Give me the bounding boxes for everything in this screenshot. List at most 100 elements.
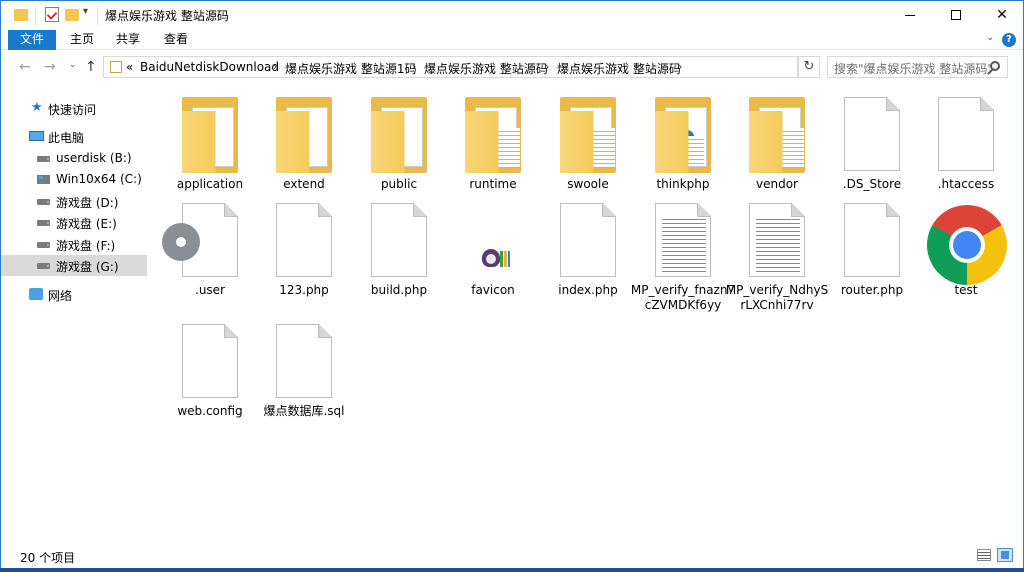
file-name: router.php bbox=[840, 283, 904, 297]
maximize-button[interactable] bbox=[933, 1, 979, 30]
windows-drive-icon bbox=[37, 175, 50, 184]
file-item[interactable]: .htaccess bbox=[919, 83, 1013, 195]
sidebar-item-network[interactable]: 网络 bbox=[1, 284, 147, 305]
divider bbox=[97, 7, 98, 25]
document-icon bbox=[938, 97, 994, 171]
document-icon bbox=[560, 203, 616, 277]
address-bar[interactable]: « BaiduNetdiskDownload › 爆点娱乐游戏 整站源1码 › … bbox=[103, 56, 887, 78]
file-item[interactable]: .DS_Store bbox=[825, 83, 919, 195]
sidebar-item-label: userdisk (B:) bbox=[56, 151, 132, 165]
maximize-icon bbox=[951, 10, 961, 20]
forward-button[interactable]: → bbox=[44, 59, 56, 75]
navigation-pane: ★ 快速访问 此电脑 userdisk (B:) Win10x64 (C:) 游… bbox=[1, 91, 149, 541]
back-button[interactable]: ← bbox=[19, 59, 31, 75]
file-item[interactable]: 爆点数据库.sql bbox=[257, 310, 351, 422]
sidebar-item-drive-c[interactable]: Win10x64 (C:) bbox=[1, 169, 147, 190]
drive-icon bbox=[37, 242, 50, 248]
explorer-window: ▾ 爆点娱乐游戏 整站源码 ✕ 文件 主页 共享 查看 ⌄ ? ← → ⌄ ↑ … bbox=[0, 0, 1024, 568]
document-icon bbox=[371, 203, 427, 277]
details-view-icon[interactable] bbox=[977, 549, 991, 561]
sidebar-item-quick-access[interactable]: ★ 快速访问 bbox=[1, 98, 147, 119]
folder-icon bbox=[655, 97, 711, 173]
ribbon: 文件 主页 共享 查看 ⌄ ? bbox=[1, 30, 1023, 50]
search-input[interactable]: 搜索"爆点娱乐游戏 整站源码" bbox=[827, 56, 1008, 78]
file-item[interactable]: public bbox=[352, 83, 446, 195]
window-title: 爆点娱乐游戏 整站源码 bbox=[105, 9, 229, 23]
sidebar-item-drive-f[interactable]: 游戏盘 (F:) bbox=[1, 234, 147, 255]
sidebar-item-label: 网络 bbox=[48, 289, 73, 303]
folder-icon bbox=[749, 97, 805, 173]
sidebar-item-label: 游戏盘 (G:) bbox=[56, 260, 119, 274]
file-view: application extend public runtime swoole bbox=[150, 83, 1023, 543]
quick-access-dropdown-icon[interactable]: ▾ bbox=[83, 6, 88, 24]
file-item[interactable]: web.config bbox=[163, 310, 257, 422]
sidebar-item-drive-b[interactable]: userdisk (B:) bbox=[1, 148, 147, 169]
breadcrumb-separator[interactable]: › bbox=[412, 60, 416, 73]
file-name: 爆点数据库.sql bbox=[263, 404, 345, 418]
divider bbox=[35, 7, 36, 25]
drive-icon bbox=[37, 156, 50, 162]
refresh-button[interactable]: ↻ bbox=[798, 56, 820, 78]
recent-locations-button[interactable]: ⌄ bbox=[69, 60, 77, 70]
file-item[interactable]: swoole bbox=[541, 83, 635, 195]
folder-icon bbox=[465, 97, 521, 173]
file-item[interactable]: router.php bbox=[825, 189, 919, 313]
tab-share[interactable]: 共享 bbox=[109, 30, 147, 50]
file-item[interactable]: MP_verify_fnazn7cZVMDKf6yy bbox=[631, 189, 735, 313]
new-folder-icon[interactable] bbox=[65, 9, 79, 21]
file-item[interactable]: favicon bbox=[446, 189, 540, 313]
navigation-bar: ← → ⌄ ↑ « BaiduNetdiskDownload › 爆点娱乐游戏 … bbox=[1, 51, 1023, 83]
sidebar-item-label: Win10x64 (C:) bbox=[56, 172, 142, 186]
folder-icon bbox=[110, 61, 122, 73]
drive-icon bbox=[37, 199, 50, 205]
file-item[interactable]: index.php bbox=[541, 189, 635, 313]
close-button[interactable]: ✕ bbox=[979, 1, 1024, 30]
search-placeholder: 搜索"爆点娱乐游戏 整站源码" bbox=[834, 62, 993, 76]
file-item[interactable]: extend bbox=[257, 83, 351, 195]
text-document-icon bbox=[655, 203, 711, 277]
document-icon bbox=[844, 203, 900, 277]
file-name: test bbox=[954, 283, 978, 297]
minimize-button[interactable] bbox=[887, 1, 933, 30]
help-icon[interactable]: ? bbox=[1002, 33, 1016, 47]
file-item[interactable]: test bbox=[919, 189, 1013, 313]
breadcrumb-separator[interactable]: › bbox=[273, 60, 277, 73]
folder-icon bbox=[182, 97, 238, 173]
item-count: 20 个项目 bbox=[20, 551, 76, 565]
search-icon[interactable] bbox=[990, 61, 1000, 71]
title-bar: ▾ 爆点娱乐游戏 整站源码 ✕ bbox=[1, 1, 1023, 30]
up-button[interactable]: ↑ bbox=[85, 59, 97, 75]
folder-icon bbox=[276, 97, 332, 173]
breadcrumb-item[interactable]: 爆点娱乐游戏 整站源码 bbox=[424, 60, 548, 77]
properties-icon[interactable] bbox=[45, 7, 59, 22]
sidebar-item-this-pc[interactable]: 此电脑 bbox=[1, 126, 147, 147]
file-item[interactable]: 123.php bbox=[257, 189, 351, 313]
sidebar-item-label: 此电脑 bbox=[48, 131, 85, 145]
breadcrumb-overflow[interactable]: « bbox=[126, 60, 133, 74]
sidebar-item-drive-d[interactable]: 游戏盘 (D:) bbox=[1, 191, 147, 212]
tab-file[interactable]: 文件 bbox=[8, 30, 56, 50]
expand-ribbon-icon[interactable]: ⌄ bbox=[986, 32, 994, 43]
network-icon bbox=[29, 288, 43, 300]
file-item[interactable]: runtime bbox=[446, 83, 540, 195]
tab-home[interactable]: 主页 bbox=[63, 30, 101, 50]
sidebar-item-drive-e[interactable]: 游戏盘 (E:) bbox=[1, 212, 147, 233]
tab-view[interactable]: 查看 bbox=[157, 30, 195, 50]
sidebar-item-drive-g[interactable]: 游戏盘 (G:) bbox=[1, 255, 147, 276]
file-item[interactable]: application bbox=[163, 83, 257, 195]
file-item[interactable]: build.php bbox=[352, 189, 446, 313]
large-icons-view-icon[interactable] bbox=[997, 548, 1013, 562]
breadcrumb-separator[interactable]: › bbox=[545, 60, 549, 73]
sidebar-item-label: 快速访问 bbox=[48, 103, 97, 117]
document-icon bbox=[276, 324, 332, 398]
chrome-icon bbox=[927, 205, 1007, 285]
file-item[interactable]: vendor bbox=[730, 83, 824, 195]
file-item[interactable]: thinkphp bbox=[636, 83, 730, 195]
file-item[interactable]: MP_verify_NdhySrLXCnhi77rv bbox=[726, 189, 828, 313]
breadcrumb-item[interactable]: 爆点娱乐游戏 整站源1码 bbox=[285, 60, 416, 77]
breadcrumb-item[interactable]: 爆点娱乐游戏 整站源码 bbox=[557, 60, 681, 77]
status-bar: 20 个项目 bbox=[1, 544, 1023, 568]
breadcrumb-item[interactable]: BaiduNetdiskDownload bbox=[140, 60, 279, 74]
file-item[interactable]: .user bbox=[162, 189, 257, 313]
breadcrumb-separator[interactable]: › bbox=[678, 60, 682, 73]
